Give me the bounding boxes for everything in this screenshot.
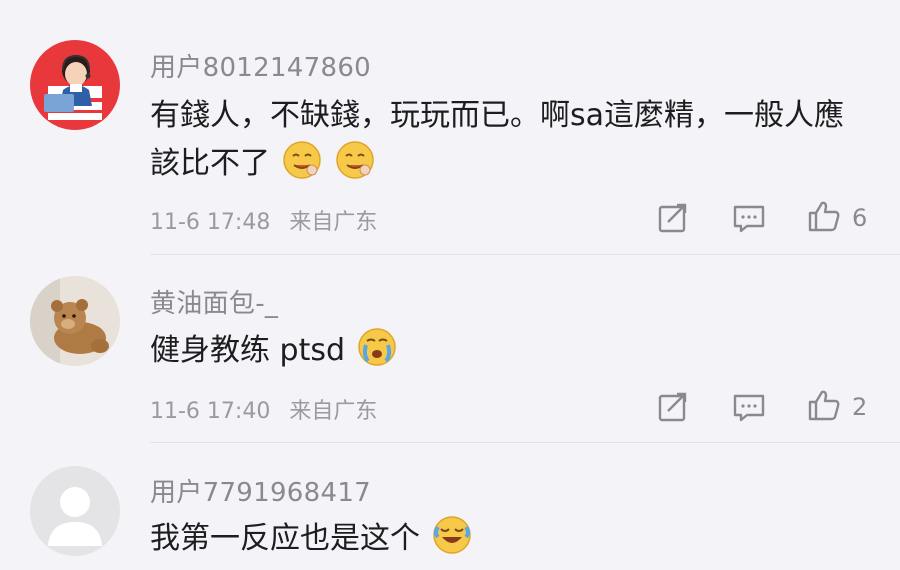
- comment-body: 健身教练 ptsd: [150, 333, 346, 368]
- comment-body: 有錢人，不缺錢，玩玩而已。啊sa這麼精，一般人應該比不了: [150, 98, 845, 181]
- comment-location: 来自广东: [289, 210, 378, 235]
- like-count: 2: [852, 393, 868, 421]
- comment-meta: 11-6 17:48 来自广东: [150, 204, 377, 236]
- username[interactable]: 黄油面包-_: [150, 283, 278, 320]
- drooling-emoji-icon: [282, 141, 321, 179]
- comment-icon[interactable]: [731, 200, 767, 236]
- comment-text: 健身教练 ptsd: [150, 327, 870, 375]
- divider: [150, 254, 900, 255]
- drooling-emoji-icon: [336, 141, 374, 179]
- default-user-avatar-icon: [30, 466, 120, 556]
- like-icon[interactable]: [806, 198, 842, 234]
- avatar[interactable]: [30, 276, 120, 366]
- comment-icon[interactable]: [731, 389, 767, 425]
- username[interactable]: 用户7791968417: [150, 472, 371, 509]
- comment-body: 我第一反应也是这个: [150, 521, 420, 556]
- avatar[interactable]: [30, 40, 120, 130]
- repost-icon[interactable]: [655, 200, 691, 236]
- like-icon[interactable]: [806, 387, 842, 423]
- comment-location: 来自广东: [289, 399, 378, 424]
- teddy-bear-avatar-icon: [30, 276, 120, 366]
- avatar[interactable]: [30, 466, 120, 556]
- comment-meta: 11-6 17:40 来自广东: [150, 393, 377, 425]
- customer-service-avatar-icon: [30, 40, 120, 130]
- comment-text: 有錢人，不缺錢，玩玩而已。啊sa這麼精，一般人應該比不了: [150, 92, 870, 188]
- like-count: 6: [852, 204, 868, 232]
- username[interactable]: 用户8012147860: [150, 47, 371, 84]
- laughing-crying-emoji-icon: [432, 516, 471, 554]
- comment-time: 11-6 17:48: [150, 210, 271, 235]
- repost-icon[interactable]: [655, 389, 691, 425]
- divider: [150, 442, 900, 443]
- comment-text: 我第一反应也是这个: [150, 515, 870, 563]
- crying-emoji-icon: [357, 328, 396, 366]
- comment-time: 11-6 17:40: [150, 399, 271, 424]
